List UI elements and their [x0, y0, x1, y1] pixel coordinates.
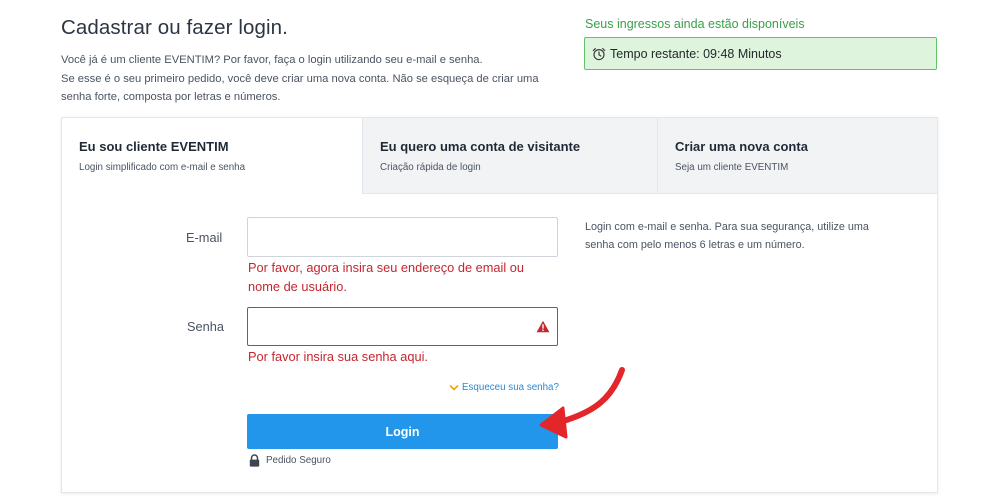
- timer-box: Tempo restante: 09:48 Minutos: [584, 37, 937, 70]
- timer-text: Tempo restante: 09:48 Minutos: [610, 46, 782, 61]
- login-button[interactable]: Login: [247, 414, 558, 449]
- timer-caption: Seus ingressos ainda estão disponíveis: [585, 17, 805, 31]
- intro-text: Você já é um cliente EVENTIM? Por favor,…: [61, 51, 571, 107]
- login-card: Eu sou cliente EVENTIM Login simplificad…: [61, 117, 938, 493]
- password-field[interactable]: [247, 307, 558, 346]
- warning-icon: [536, 320, 550, 333]
- tab-eventim-customer[interactable]: Eu sou cliente EVENTIM Login simplificad…: [62, 118, 362, 194]
- intro-line: Se esse é o seu primeiro pedido, você de…: [61, 72, 539, 85]
- tab-title: Eu sou cliente EVENTIM: [79, 139, 229, 154]
- chevron-down-icon: [449, 384, 459, 391]
- forgot-password-link[interactable]: Esqueceu sua senha?: [449, 382, 559, 393]
- lock-icon: [249, 454, 260, 467]
- secure-order-label: Pedido Seguro: [266, 455, 331, 466]
- tab-title: Criar uma nova conta: [675, 139, 808, 154]
- email-error-line: nome de usuário.: [248, 279, 347, 294]
- page-title: Cadastrar ou fazer login.: [61, 16, 288, 39]
- email-field[interactable]: [247, 217, 558, 257]
- tab-visitor-account[interactable]: Eu quero uma conta de visitante Criação …: [362, 118, 657, 194]
- tab-subtitle: Criação rápida de login: [380, 162, 481, 173]
- email-label: E-mail: [186, 230, 223, 245]
- tab-subtitle: Seja um cliente EVENTIM: [675, 162, 789, 173]
- email-error-line: Por favor, agora insira seu endereço de …: [248, 260, 525, 275]
- alarm-clock-icon: [592, 47, 606, 60]
- password-label: Senha: [187, 319, 225, 334]
- tab-subtitle: Login simplificado com e-mail e senha: [79, 162, 246, 173]
- intro-line: Você já é um cliente EVENTIM? Por favor,…: [61, 54, 483, 66]
- secure-order: Pedido Seguro: [249, 454, 331, 467]
- tab-title: Eu quero uma conta de visitante: [380, 139, 581, 154]
- intro-line: senha forte, composta por letras e númer…: [61, 91, 281, 103]
- tab-create-account[interactable]: Criar uma nova conta Seja um cliente EVE…: [657, 118, 937, 194]
- login-help-text: Login com e-mail e senha. Para sua segur…: [585, 221, 869, 251]
- password-error: Por favor insira sua senha aqui.: [248, 349, 428, 364]
- email-error: Por favor, agora insira seu endereço de …: [248, 258, 524, 296]
- tab-bar: Eu sou cliente EVENTIM Login simplificad…: [62, 118, 937, 194]
- forgot-password-label: Esqueceu sua senha?: [462, 382, 559, 393]
